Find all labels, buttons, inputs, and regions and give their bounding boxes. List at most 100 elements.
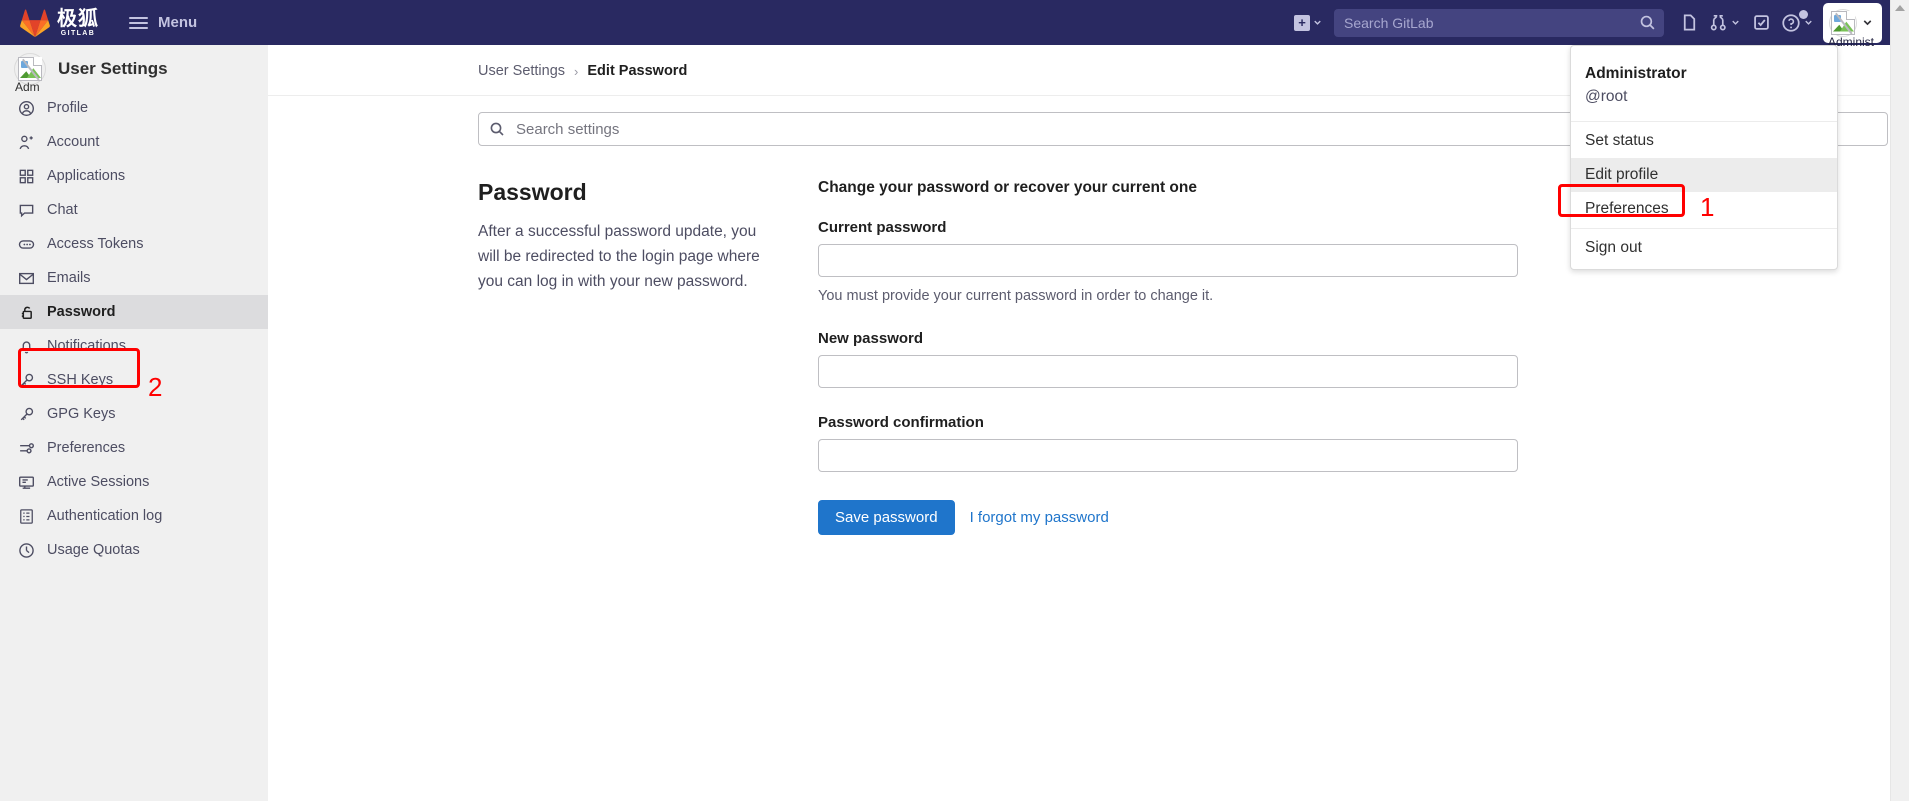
sidebar-item-preferences[interactable]: Preferences xyxy=(0,431,268,465)
sidebar-item-label: Access Tokens xyxy=(47,236,144,252)
sidebar-item-label: Usage Quotas xyxy=(47,542,140,558)
issues-button[interactable] xyxy=(1674,7,1704,39)
top-navigation-bar: 极狐 GITLAB Menu + Search GitLab Administ xyxy=(0,0,1890,49)
user-menu-name: Administrator xyxy=(1585,65,1687,82)
broken-image-avatar-icon xyxy=(18,57,42,81)
password-confirmation-label: Password confirmation xyxy=(818,414,984,431)
current-password-field-group: Current password xyxy=(818,219,1518,277)
help-question-icon xyxy=(1782,13,1800,32)
sidebar-item-label: Password xyxy=(47,304,116,320)
envelope-icon xyxy=(18,270,35,287)
sidebar-item-access-tokens[interactable]: Access Tokens xyxy=(0,227,268,261)
sidebar-item-usage-quotas[interactable]: Usage Quotas xyxy=(0,533,268,567)
main-menu-button[interactable]: Menu xyxy=(119,8,207,37)
new-password-label: New password xyxy=(818,330,924,347)
sidebar-item-label: Account xyxy=(47,134,100,150)
applications-grid-icon xyxy=(18,168,35,185)
quota-gauge-icon xyxy=(18,542,35,559)
sidebar-item-emails[interactable]: Emails xyxy=(0,261,268,295)
sidebar-item-account[interactable]: Account xyxy=(0,125,268,159)
sidebar-item-label: Active Sessions xyxy=(47,474,150,490)
gitlab-logo[interactable]: 极狐 GITLAB xyxy=(0,0,105,45)
breadcrumb-separator-icon: › xyxy=(574,63,579,79)
log-list-icon xyxy=(18,508,35,525)
sidebar-item-label: Profile xyxy=(47,100,89,116)
chevron-down-icon xyxy=(1314,20,1321,25)
sidebar-item-label: Preferences xyxy=(47,440,126,456)
user-menu-header: Administrator @root xyxy=(1571,50,1837,119)
gitlab-fox-logo-icon xyxy=(20,8,50,37)
logo-gitlab-text: GITLAB xyxy=(60,30,96,37)
chevron-down-icon xyxy=(1861,16,1874,29)
breadcrumb-root-link[interactable]: User Settings xyxy=(478,63,565,79)
current-password-label: Current password xyxy=(818,219,947,236)
monitor-icon xyxy=(18,474,35,491)
broken-image-avatar-icon xyxy=(1831,10,1855,35)
logo-chinese-text: 极狐 xyxy=(57,6,99,30)
window-scrollbar[interactable] xyxy=(1890,0,1909,801)
password-confirmation-input[interactable] xyxy=(818,439,1518,472)
sidebar-item-label: Chat xyxy=(47,202,78,218)
sidebar-item-notifications[interactable]: Notifications xyxy=(0,329,268,363)
sidebar-item-label: GPG Keys xyxy=(47,406,116,422)
search-input[interactable] xyxy=(1342,13,1639,32)
menu-item-sign-out[interactable]: Sign out xyxy=(1571,231,1837,265)
sidebar-item-gpg-keys[interactable]: GPG Keys xyxy=(0,397,268,431)
merge-request-icon xyxy=(1710,15,1726,31)
user-menu-dropdown: Administrator @root Set status Edit prof… xyxy=(1570,45,1838,270)
sidebar-item-label: Applications xyxy=(47,168,126,184)
menu-button-label: Menu xyxy=(158,14,198,31)
sidebar-item-chat[interactable]: Chat xyxy=(0,193,268,227)
plus-square-icon: + xyxy=(1294,14,1310,31)
token-icon xyxy=(18,236,35,253)
create-new-button[interactable]: + xyxy=(1289,7,1328,39)
forgot-password-link[interactable]: I forgot my password xyxy=(970,509,1109,526)
nav-right-group: + Search GitLab Administ xyxy=(1289,0,1890,49)
user-circle-icon xyxy=(18,100,35,117)
new-password-field-group: New password xyxy=(818,330,1518,388)
divider xyxy=(1571,227,1837,229)
sidebar-item-label: Notifications xyxy=(47,338,126,354)
user-settings-sidebar: Adm User Settings Profile Account Applic… xyxy=(0,45,268,801)
scroll-up-arrow-icon[interactable] xyxy=(1895,5,1905,11)
current-password-input[interactable] xyxy=(818,244,1518,277)
menu-item-preferences[interactable]: Preferences xyxy=(1571,192,1837,226)
sidebar-item-profile[interactable]: Profile xyxy=(0,91,268,125)
sidebar-title: User Settings xyxy=(58,59,168,78)
form-legend: Change your password or recover your cur… xyxy=(818,179,1197,196)
todo-check-icon xyxy=(1753,15,1769,30)
sidebar-item-active-sessions[interactable]: Active Sessions xyxy=(0,465,268,499)
sidebar-avatar: Adm xyxy=(14,53,46,94)
password-form-column: Change your password or recover your cur… xyxy=(818,179,1518,535)
lock-icon xyxy=(18,304,35,321)
page-title: Password xyxy=(478,179,587,205)
menu-item-edit-profile[interactable]: Edit profile xyxy=(1571,157,1837,192)
sidebar-item-ssh-keys[interactable]: SSH Keys xyxy=(0,363,268,397)
chevron-down-icon xyxy=(1805,20,1812,25)
sidebar-nav-list: Profile Account Applications Chat Access… xyxy=(0,91,268,567)
sidebar-item-applications[interactable]: Applications xyxy=(0,159,268,193)
save-password-button[interactable]: Save password xyxy=(818,500,955,535)
preferences-sliders-icon xyxy=(18,440,35,457)
bell-icon xyxy=(18,338,35,355)
sidebar-item-authentication-log[interactable]: Authentication log xyxy=(0,499,268,533)
sidebar-item-password[interactable]: Password xyxy=(0,295,268,329)
sidebar-item-label: Emails xyxy=(47,270,91,286)
user-settings-icon xyxy=(18,134,35,151)
new-password-input[interactable] xyxy=(818,355,1518,388)
menu-item-set-status[interactable]: Set status xyxy=(1571,124,1837,158)
help-notification-dot-icon xyxy=(1799,9,1808,19)
logo-text-block: 极狐 GITLAB xyxy=(57,8,99,37)
key-icon xyxy=(18,406,35,423)
sidebar-item-label: Authentication log xyxy=(47,508,163,524)
global-search-box[interactable] xyxy=(1334,8,1664,37)
user-menu-username: @root xyxy=(1585,87,1628,105)
todos-button[interactable] xyxy=(1746,7,1776,39)
sidebar-header[interactable]: Adm User Settings xyxy=(0,47,268,94)
help-button[interactable] xyxy=(1776,7,1819,39)
hamburger-icon xyxy=(129,16,148,29)
user-menu-button[interactable]: Administ xyxy=(1823,2,1882,49)
gitlab-user-settings-page: 极狐 GITLAB Menu + Search GitLab Administ … xyxy=(0,0,1909,801)
merge-requests-button[interactable] xyxy=(1704,7,1746,39)
section-description-column: Password After a successful password upd… xyxy=(478,179,818,535)
